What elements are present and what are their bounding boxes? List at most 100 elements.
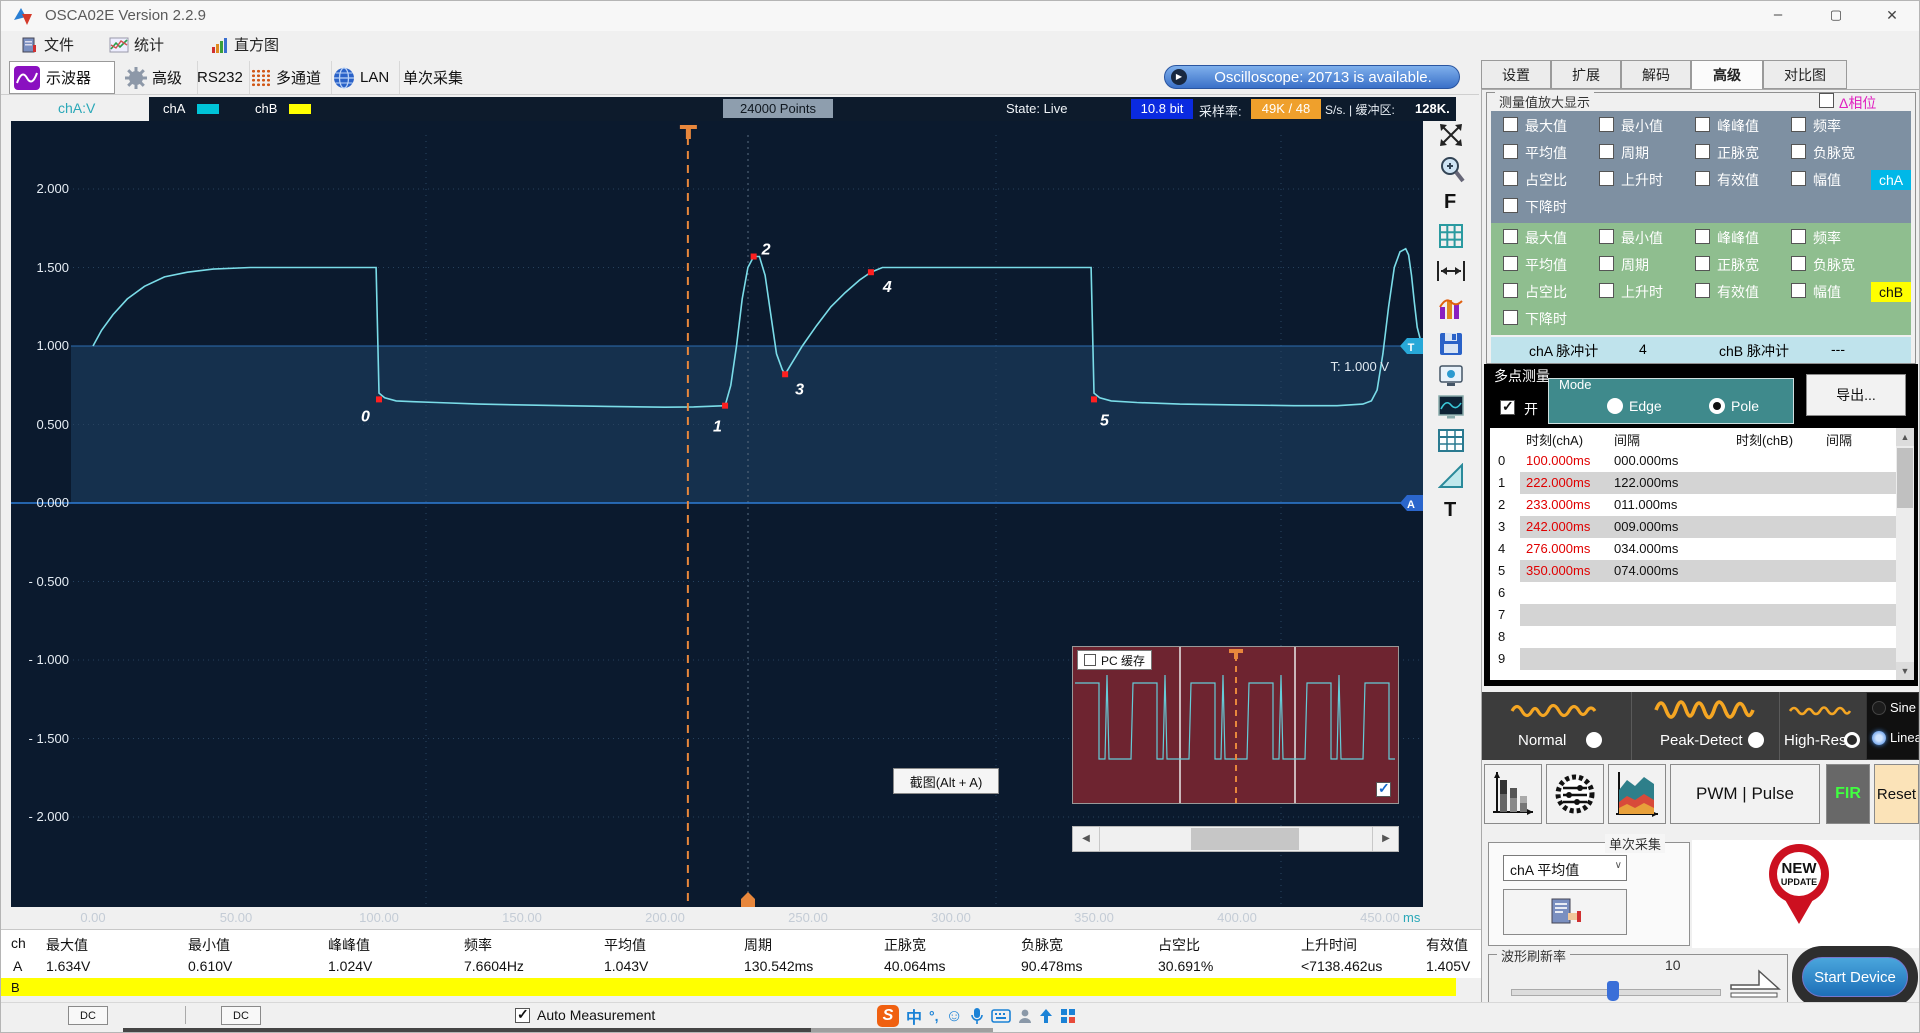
table-row[interactable]: 8 [1490,626,1896,648]
ime-up-icon[interactable] [1039,1008,1053,1024]
toolbar-single-capture[interactable]: 单次采集 [403,61,483,94]
cha-amp-checkbox[interactable] [1791,171,1806,186]
settings-tool-button[interactable] [1546,764,1604,824]
toolbar-advanced[interactable]: 高级 [123,61,198,94]
cha-fall-checkbox[interactable] [1503,198,1518,213]
tab-extension[interactable]: 扩展 [1551,60,1621,89]
chb-freq-checkbox[interactable] [1791,229,1806,244]
grid-icon[interactable] [1438,223,1464,254]
ime-toolbox-icon[interactable] [1060,1008,1076,1024]
scroll-down-icon[interactable]: ▼ [1896,662,1914,680]
table-row[interactable]: 6 [1490,582,1896,604]
cha-duty-checkbox[interactable] [1503,171,1518,186]
cha-pkpk-checkbox[interactable] [1695,117,1710,132]
chb-amp-checkbox[interactable] [1791,283,1806,298]
cha-rms-checkbox[interactable] [1695,171,1710,186]
refresh-slider-thumb[interactable] [1607,981,1619,1001]
cha-avg-checkbox[interactable] [1503,144,1518,159]
cha-freq-checkbox[interactable] [1791,117,1806,132]
table-row[interactable]: 1 222.000ms 122.000ms [1490,472,1896,494]
auto-measure-checkbox[interactable] [515,1006,530,1023]
chb-duty-checkbox[interactable] [1503,283,1518,298]
chb-poswidth-checkbox[interactable] [1695,256,1710,271]
cha-min-checkbox[interactable] [1599,117,1614,132]
cursor-measure-icon[interactable] [1436,259,1466,288]
chb-pkpk-checkbox[interactable] [1695,229,1710,244]
preview-scrollbar[interactable]: ◀ ▶ [1072,826,1399,852]
area-chart-tool-button[interactable] [1608,764,1666,824]
ruler-icon[interactable] [1437,462,1464,494]
ime-emoji-icon[interactable]: ☺ [946,1006,963,1026]
ime-punct-icon[interactable]: °, [929,1008,939,1024]
preview-confirm-checkbox[interactable] [1376,780,1391,797]
toolbar-lan[interactable]: LAN [333,61,400,94]
acq-peak-detect[interactable]: Peak-Detect [1632,692,1780,760]
data-table-icon[interactable] [1438,429,1464,458]
average-dropdown[interactable]: chA 平均值 ∨ [1503,855,1627,881]
toolbar-rs232[interactable]: RS232 [197,61,250,94]
chb-negwidth-checkbox[interactable] [1791,256,1806,271]
cha-negwidth-checkbox[interactable] [1791,144,1806,159]
cha-period-checkbox[interactable] [1599,144,1614,159]
pc-buffer-chip[interactable]: PC 缓存 [1077,650,1153,670]
cha-max-checkbox[interactable] [1503,117,1518,132]
ime-mic-icon[interactable] [970,1007,984,1025]
dc-coupling-a[interactable]: DC [68,1006,108,1025]
menu-file[interactable]: 文件 [21,34,74,55]
chb-max-checkbox[interactable] [1503,229,1518,244]
multi-on-checkbox[interactable] [1500,398,1515,415]
screenshot-icon[interactable] [1439,365,1463,392]
chb-avg-checkbox[interactable] [1503,256,1518,271]
fit-view-icon[interactable] [1437,121,1465,154]
tab-decode[interactable]: 解码 [1621,60,1691,89]
scroll-right-arrow[interactable]: ▶ [1372,827,1399,851]
buffer-preview[interactable]: PC 缓存 [1072,646,1399,804]
dc-coupling-b[interactable]: DC [221,1006,261,1025]
chb-fall-checkbox[interactable] [1503,310,1518,325]
highres-radio[interactable] [1844,732,1860,748]
edge-radio[interactable] [1607,398,1623,414]
table-row[interactable]: 7 [1490,604,1896,626]
export-button[interactable]: 导出... [1806,374,1906,416]
toolbar-oscilloscope-tab[interactable]: 示波器 [9,61,115,94]
fir-button[interactable]: FIR [1826,764,1870,824]
tab-compare[interactable]: 对比图 [1763,60,1847,89]
scroll-left-arrow[interactable]: ◀ [1073,827,1100,851]
save-icon[interactable] [1438,331,1464,362]
snapshot-button[interactable]: 截图(Alt + A) [893,768,999,794]
table-row[interactable]: 2 233.000ms 011.000ms [1490,494,1896,516]
ime-keyboard-icon[interactable] [991,1009,1011,1023]
tab-settings[interactable]: 设置 [1481,60,1551,89]
pole-radio[interactable] [1709,398,1725,414]
table-scrollbar[interactable]: ▲ ▼ [1896,428,1914,680]
menu-histogram[interactable]: 直方图 [211,34,279,55]
pc-buffer-checkbox[interactable] [1084,654,1096,666]
acq-normal[interactable]: Normal [1482,692,1632,760]
ime-user-icon[interactable] [1018,1008,1032,1024]
trigger-icon[interactable]: T [1444,499,1456,522]
phase-checkbox[interactable] [1819,93,1834,108]
zoom-icon[interactable] [1439,155,1465,188]
waveform-window-icon[interactable] [1438,395,1464,424]
table-row[interactable]: 9 [1490,648,1896,670]
toolbar-multichannel[interactable]: 多通道 [251,61,332,94]
close-button[interactable]: ✕ [1865,1,1919,31]
spectrum-icon[interactable] [1438,295,1464,326]
chb-rise-checkbox[interactable] [1599,283,1614,298]
chb-period-checkbox[interactable] [1599,256,1614,271]
acq-high-res[interactable]: High-Res [1780,692,1866,760]
cha-poswidth-checkbox[interactable] [1695,144,1710,159]
table-row[interactable]: 0 100.000ms 000.000ms [1490,450,1896,472]
device-status-pill[interactable]: ▶ Oscilloscope: 20713 is available. [1164,65,1460,89]
ime-lang-icon[interactable]: 中 [906,1004,922,1028]
normal-radio[interactable] [1586,732,1602,748]
maximize-button[interactable]: ▢ [1807,1,1865,31]
pwm-pulse-button[interactable]: PWM | Pulse [1670,764,1820,824]
table-row[interactable]: 5 350.000ms 074.000ms [1490,560,1896,582]
scroll-up-icon[interactable]: ▲ [1896,428,1914,446]
histogram-tool-button[interactable] [1484,764,1542,824]
sine-radio[interactable] [1872,701,1886,715]
chb-min-checkbox[interactable] [1599,229,1614,244]
start-device-button[interactable]: Start Device [1802,957,1908,997]
fft-icon[interactable]: F [1444,191,1456,214]
